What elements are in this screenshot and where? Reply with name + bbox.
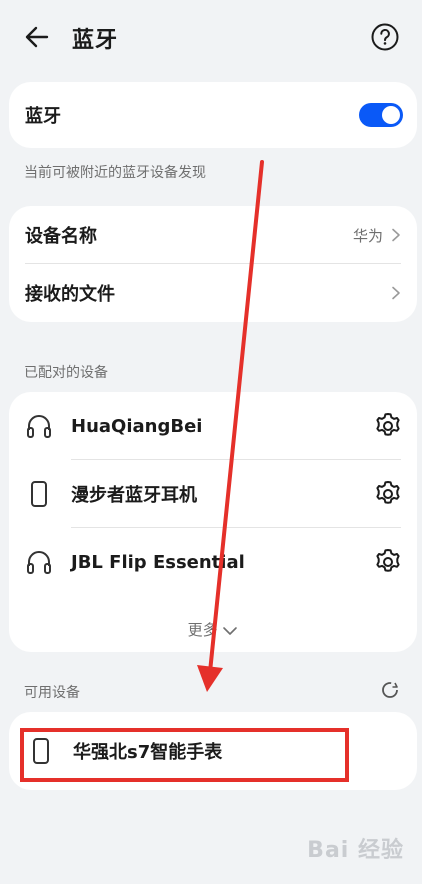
toggle-knob — [382, 106, 400, 124]
gear-icon[interactable] — [373, 479, 403, 509]
chevron-down-icon — [223, 626, 238, 635]
bluetooth-settings-page: 蓝牙 蓝牙 当前可被附近的蓝牙设备发现 设备名称 华为 接收的文件 已配对的设备… — [0, 0, 422, 884]
discover-hint: 当前可被附近的蓝牙设备发现 — [24, 165, 206, 181]
chevron-right-icon — [392, 228, 400, 242]
gear-icon[interactable] — [373, 547, 403, 577]
device-name-label: 设备名称 — [25, 226, 97, 247]
more-button[interactable]: 更多 — [9, 619, 417, 640]
refresh-icon[interactable] — [380, 680, 400, 700]
received-files-label: 接收的文件 — [25, 284, 115, 305]
paired-devices-card: HuaQiangBei 漫步者蓝牙耳机 JBL Flip Essential 更… — [9, 392, 417, 652]
headphones-icon — [27, 415, 51, 438]
device-name-value: 华为 — [352, 226, 383, 245]
device-name: 漫步者蓝牙耳机 — [71, 485, 197, 506]
watermark: Bai 经验 — [307, 838, 404, 863]
help-icon — [371, 23, 399, 51]
device-name: JBL Flip Essential — [71, 551, 245, 573]
device-name: HuaQiangBei — [71, 415, 203, 437]
bluetooth-toggle-card: 蓝牙 — [9, 82, 417, 148]
paired-section-label: 已配对的设备 — [24, 365, 108, 381]
annotation-highlight-box — [20, 728, 349, 782]
device-name-row[interactable]: 设备名称 华为 — [9, 206, 417, 264]
bluetooth-label: 蓝牙 — [25, 106, 61, 127]
phone-icon — [31, 481, 47, 507]
page-title: 蓝牙 — [72, 28, 119, 53]
help-button[interactable] — [370, 22, 400, 52]
back-arrow-icon — [25, 26, 49, 48]
received-files-row[interactable]: 接收的文件 — [9, 264, 417, 322]
device-settings-card: 设备名称 华为 接收的文件 — [9, 206, 417, 322]
available-section-label: 可用设备 — [24, 685, 80, 701]
headphones-icon — [27, 551, 51, 574]
header: 蓝牙 — [0, 0, 422, 76]
paired-device-row[interactable]: JBL Flip Essential — [9, 528, 417, 596]
bluetooth-row[interactable]: 蓝牙 — [9, 82, 417, 148]
bluetooth-toggle[interactable] — [359, 103, 403, 127]
more-label: 更多 — [187, 621, 218, 639]
chevron-right-icon — [392, 286, 400, 300]
back-button[interactable] — [20, 20, 54, 54]
gear-icon[interactable] — [373, 411, 403, 441]
paired-device-row[interactable]: 漫步者蓝牙耳机 — [9, 460, 417, 528]
paired-device-row[interactable]: HuaQiangBei — [9, 392, 417, 460]
